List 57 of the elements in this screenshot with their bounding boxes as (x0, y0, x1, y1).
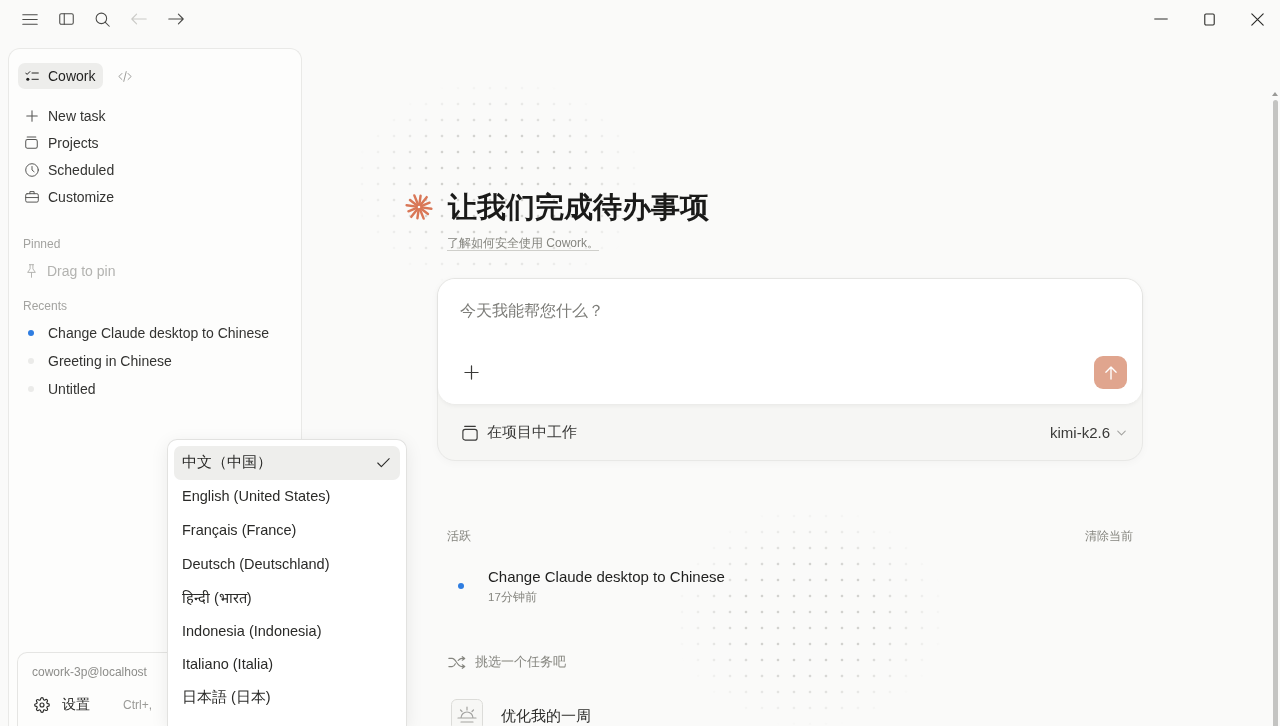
menu-icon[interactable] (22, 12, 38, 26)
task-time: 17分钟前 (488, 590, 537, 604)
briefcase-icon (24, 190, 39, 203)
task-title[interactable]: Change Claude desktop to Chinese (488, 567, 725, 587)
menu-item[interactable]: Indonesia (Indonesia) (174, 613, 400, 648)
code-icon (118, 70, 133, 82)
plus-icon (25, 109, 38, 122)
forward-arrow-icon[interactable] (168, 13, 184, 25)
mode-tab[interactable]: Cowork (18, 63, 104, 89)
nav-item[interactable]: Scheduled (18, 156, 292, 183)
menu-item[interactable]: Deutsch (Deutschland) (174, 546, 400, 581)
shortcut-label: Ctrl+, (123, 698, 152, 712)
drag-hint: Drag to pin (47, 262, 116, 279)
nav-item[interactable]: Customize (18, 183, 292, 210)
menu-item[interactable]: हिन्दी (भारत) (174, 580, 400, 614)
menu-item[interactable]: Italiano (Italia) (174, 647, 400, 682)
recent-item[interactable]: Untitled (18, 375, 292, 403)
account-email: cowork-3p@localhost (31, 664, 147, 680)
list-check-icon (25, 69, 39, 83)
scrollbar-thumb[interactable] (1272, 100, 1278, 726)
settings-button[interactable]: 设置 (26, 690, 98, 720)
model-selector[interactable]: kimi-k2.6 (1050, 424, 1126, 441)
section-label: 活跃 (447, 528, 471, 544)
sidebar-toggle-icon[interactable] (59, 13, 74, 25)
search-icon[interactable] (95, 11, 110, 27)
menu-item[interactable]: Français (France) (174, 513, 400, 547)
clock-icon (24, 162, 39, 177)
shuffle-icon (448, 655, 466, 669)
page-heading: 让我们完成待办事项 (448, 190, 709, 225)
arrow-up-icon (1104, 365, 1117, 380)
project-button[interactable]: 在项目中工作 (462, 423, 577, 442)
recent-item[interactable]: Change Claude desktop to Chinese (18, 319, 292, 347)
check-icon (377, 457, 390, 468)
sunrise-tile-icon (451, 699, 483, 726)
tray-icon (462, 424, 478, 441)
recent-item[interactable]: Greeting in Chinese (18, 347, 292, 375)
chevron-down-icon (1117, 429, 1126, 436)
shuffle-button[interactable]: 挑选一个任务吧 (448, 653, 566, 671)
pin-icon (26, 263, 37, 278)
suggestion-item[interactable]: 优化我的一周 (451, 699, 591, 726)
tray-icon (25, 136, 38, 149)
prompt-field[interactable]: 今天我能帮您什么？ (460, 299, 1100, 323)
nav-item[interactable]: Projects (18, 129, 292, 156)
learn-more-link[interactable]: 了解如何安全使用 Cowork。 (447, 235, 599, 251)
nav-item[interactable]: New task (18, 102, 292, 129)
plus-icon[interactable] (464, 365, 479, 380)
starburst-icon (405, 193, 433, 221)
menu-item[interactable]: 中文（中国） (174, 446, 400, 480)
section-label: Recents (22, 298, 68, 314)
menu-item[interactable]: English (United States) (174, 479, 400, 514)
section-label: Pinned (22, 236, 61, 252)
close-icon[interactable] (1251, 12, 1264, 26)
clear-button[interactable]: 清除当前 (1085, 528, 1133, 544)
settings-icon (34, 697, 50, 713)
menu-item[interactable]: 日本語 (日本) (174, 681, 400, 715)
scroll-up-icon[interactable] (1272, 92, 1278, 96)
maximize-icon[interactable] (1204, 12, 1215, 26)
